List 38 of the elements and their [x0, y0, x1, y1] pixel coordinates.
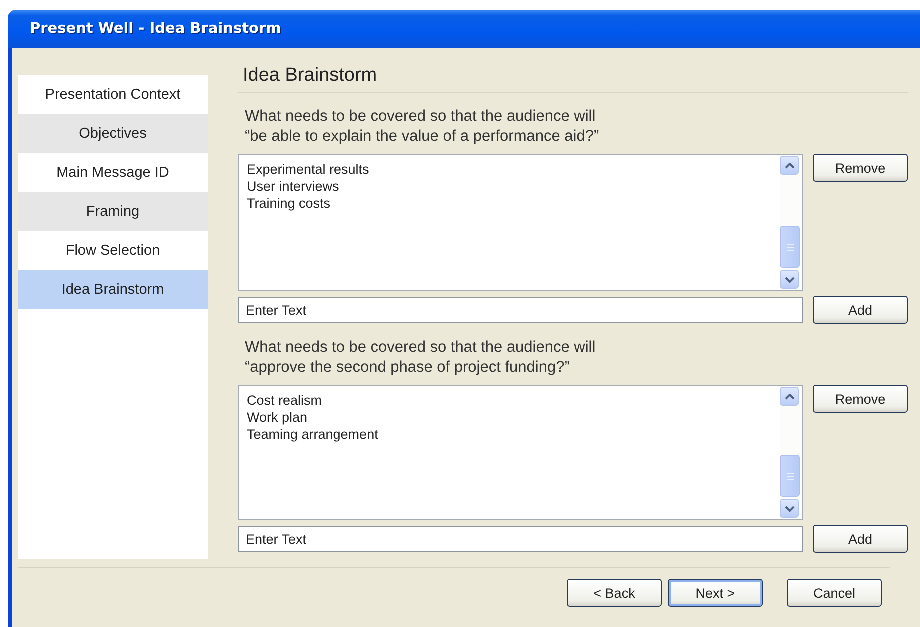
remove-button[interactable]: Remove: [813, 154, 908, 182]
chevron-down-icon: [784, 276, 794, 282]
sidebar-item[interactable]: Objectives: [18, 114, 208, 153]
remove-button[interactable]: Remove: [813, 385, 908, 413]
scroll-up-button[interactable]: [780, 156, 799, 175]
text-field[interactable]: Enter Text: [238, 526, 803, 552]
add-button[interactable]: Add: [813, 296, 908, 324]
scroll-bar[interactable]: [780, 155, 802, 290]
list-item[interactable]: Work plan: [247, 409, 308, 426]
window-title: Present Well - Idea Brainstorm: [30, 21, 282, 37]
list-box[interactable]: Experimental results User interviews Training costs: [238, 154, 803, 291]
grip-icon: [786, 244, 794, 250]
scroll-thumb[interactable]: [780, 226, 800, 268]
list-box[interactable]: Cost realism Work plan Teaming arrangement: [238, 385, 803, 520]
chevron-up-icon: [784, 162, 794, 168]
wizard-button[interactable]: Cancel: [787, 579, 882, 607]
scroll-thumb[interactable]: [780, 455, 800, 497]
text-field[interactable]: Enter Text: [238, 297, 803, 323]
question-text: What needs to be covered so that the audience will “approve the second phase of project funding?”: [245, 338, 597, 378]
wizard-button[interactable]: Next >: [668, 579, 763, 607]
chevron-down-icon: [784, 506, 794, 512]
scroll-down-button[interactable]: [780, 499, 799, 518]
grip-icon: [786, 472, 794, 480]
scroll-bar[interactable]: [780, 386, 802, 519]
sidebar-item[interactable]: Framing: [18, 192, 208, 231]
list-item[interactable]: Cost realism: [247, 392, 322, 409]
sidebar-item[interactable]: Idea Brainstorm: [18, 270, 208, 309]
list-item[interactable]: Teaming arrangement: [247, 426, 378, 443]
page-heading: Idea Brainstorm: [238, 63, 908, 93]
list-item[interactable]: User interviews: [247, 178, 340, 195]
chevron-up-icon: [784, 394, 794, 400]
wizard-button[interactable]: < Back: [567, 579, 662, 607]
scroll-down-button[interactable]: [780, 270, 799, 289]
question-text: What needs to be covered so that the audience will “be able to explain the value of a performance aid?”: [245, 107, 600, 147]
add-button[interactable]: Add: [813, 525, 908, 553]
scroll-up-button[interactable]: [780, 387, 799, 406]
list-item[interactable]: Experimental results: [247, 161, 370, 178]
list-item[interactable]: Training costs: [247, 195, 331, 212]
